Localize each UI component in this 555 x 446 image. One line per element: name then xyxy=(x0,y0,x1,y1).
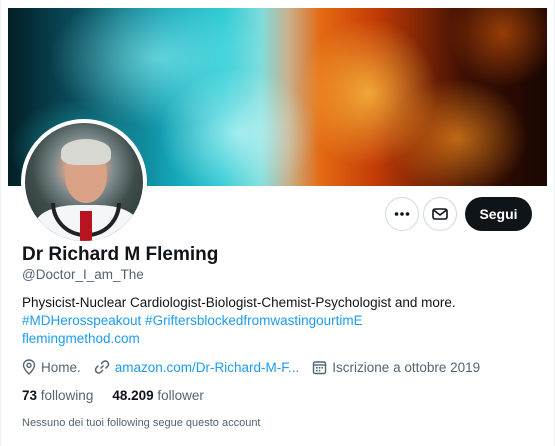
profile-avatar[interactable] xyxy=(21,119,147,245)
location-item: Home. xyxy=(22,359,81,375)
location-text: Home. xyxy=(41,359,81,375)
mutuals-note: Nessuno dei tuoi following segue questo … xyxy=(22,417,261,429)
bio-hashtags[interactable]: #MDHerosspeakout #Griftersblockedfromwas… xyxy=(22,312,542,330)
following-label: following xyxy=(40,388,94,403)
follow-counts: 73 following 48.209 follower xyxy=(22,388,223,403)
website-link[interactable]: amazon.com/Dr-Richard-M-F... xyxy=(115,360,300,375)
joined-text: Iscrizione a ottobre 2019 xyxy=(332,359,481,375)
more-horizontal-icon xyxy=(394,212,410,216)
bio-text: Physicist-Nuclear Cardiologist-Biologist… xyxy=(22,295,456,310)
profile-meta: Home. amazon.com/Dr-Richard-M-F... Iscri… xyxy=(22,359,493,375)
website-item[interactable]: amazon.com/Dr-Richard-M-F... xyxy=(94,359,300,375)
profile-handle: @Doctor_I_am_The xyxy=(22,267,144,282)
more-button[interactable] xyxy=(385,197,419,231)
followers-label: follower xyxy=(157,388,204,403)
followers-count: 48.209 xyxy=(112,388,154,403)
message-button[interactable] xyxy=(423,197,457,231)
follow-button[interactable]: Segui xyxy=(465,197,532,231)
profile-name: Dr Richard M Fleming xyxy=(22,244,219,265)
following-link[interactable]: 73 following xyxy=(22,388,93,403)
location-pin-icon xyxy=(22,359,36,375)
followers-link[interactable]: 48.209 follower xyxy=(112,388,204,403)
envelope-icon xyxy=(432,208,448,220)
calendar-icon xyxy=(313,360,327,374)
bio-link[interactable]: flemingmethod.com xyxy=(22,330,542,348)
joined-item: Iscrizione a ottobre 2019 xyxy=(312,360,480,375)
profile-bio: Physicist-Nuclear Cardiologist-Biologist… xyxy=(22,294,542,348)
link-icon xyxy=(94,360,109,374)
following-count: 73 xyxy=(22,388,38,403)
